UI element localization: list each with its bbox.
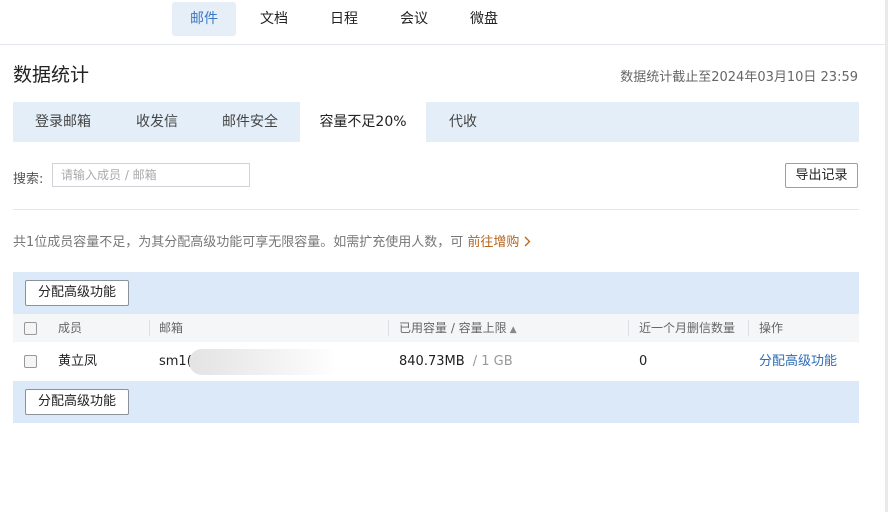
- th-capacity[interactable]: 已用容量 / 容量上限 ▲: [399, 314, 517, 342]
- capacity-value: 840.73MB / 1 GB: [399, 354, 513, 369]
- export-records-button[interactable]: 导出记录: [785, 163, 858, 188]
- capacity-notice: 共1位成员容量不足，为其分配高级功能可享无限容量。如需扩充使用人数，可 前往增购: [13, 231, 531, 251]
- tab-meeting[interactable]: 会议: [386, 2, 442, 36]
- stat-timestamp: 数据统计截止至2024年03月10日 23:59: [620, 70, 858, 85]
- tab-docs[interactable]: 文档: [246, 2, 302, 36]
- select-all-checkbox[interactable]: [24, 322, 37, 335]
- th-mailbox: 邮箱: [159, 321, 184, 335]
- top-nav: 邮件 文档 日程 会议 微盘: [0, 0, 888, 45]
- mailbox-address: sm1(: [159, 354, 192, 369]
- assign-advanced-button-bottom[interactable]: 分配高级功能: [25, 389, 130, 415]
- purchase-link[interactable]: 前往增购: [467, 235, 531, 250]
- table-header: 成员 邮箱 已用容量 / 容量上限 ▲ 近一个月删信数量 操作: [13, 314, 859, 343]
- redaction-blur: [189, 349, 339, 375]
- chevron-right-icon: [524, 236, 531, 251]
- subtab-low-capacity[interactable]: 容量不足20%: [300, 102, 426, 142]
- subtab-mail-security[interactable]: 邮件安全: [201, 102, 299, 142]
- member-name: 黄立凤: [58, 354, 98, 369]
- column-divider: [388, 320, 389, 336]
- column-divider: [748, 320, 749, 336]
- page-title: 数据统计: [13, 64, 90, 86]
- tab-mail[interactable]: 邮件: [172, 2, 236, 36]
- table-row: 黄立凤 sm1( 840.73MB / 1 GB 0 分配高级功能: [13, 342, 859, 381]
- subtab-send-receive[interactable]: 收发信: [113, 102, 201, 142]
- table-toolbar-bottom: 分配高级功能: [13, 381, 859, 423]
- tab-drive[interactable]: 微盘: [456, 2, 512, 36]
- stats-subtabs: 登录邮箱 收发信 邮件安全 容量不足20% 代收: [13, 102, 859, 142]
- assign-advanced-button-top[interactable]: 分配高级功能: [25, 280, 130, 306]
- tab-calendar[interactable]: 日程: [316, 2, 372, 36]
- subtab-collect[interactable]: 代收: [426, 102, 500, 142]
- sort-icon[interactable]: ▲: [510, 325, 517, 335]
- divider: [13, 209, 859, 210]
- assign-advanced-link[interactable]: 分配高级功能: [759, 342, 837, 381]
- column-divider: [628, 320, 629, 336]
- search-input[interactable]: 请输入成员 / 邮箱: [52, 163, 250, 187]
- th-action: 操作: [759, 321, 784, 335]
- th-member: 成员: [58, 321, 83, 335]
- column-divider: [149, 320, 150, 336]
- search-label: 搜索:: [13, 172, 44, 187]
- deleted-count: 0: [639, 354, 648, 369]
- subtab-login[interactable]: 登录邮箱: [13, 102, 113, 142]
- row-checkbox[interactable]: [24, 355, 37, 368]
- th-deleted-count: 近一个月删信数量: [639, 321, 736, 335]
- table-toolbar-top: 分配高级功能: [13, 272, 859, 314]
- notice-text: 共1位成员容量不足，为其分配高级功能可享无限容量。如需扩充使用人数，可: [13, 235, 468, 250]
